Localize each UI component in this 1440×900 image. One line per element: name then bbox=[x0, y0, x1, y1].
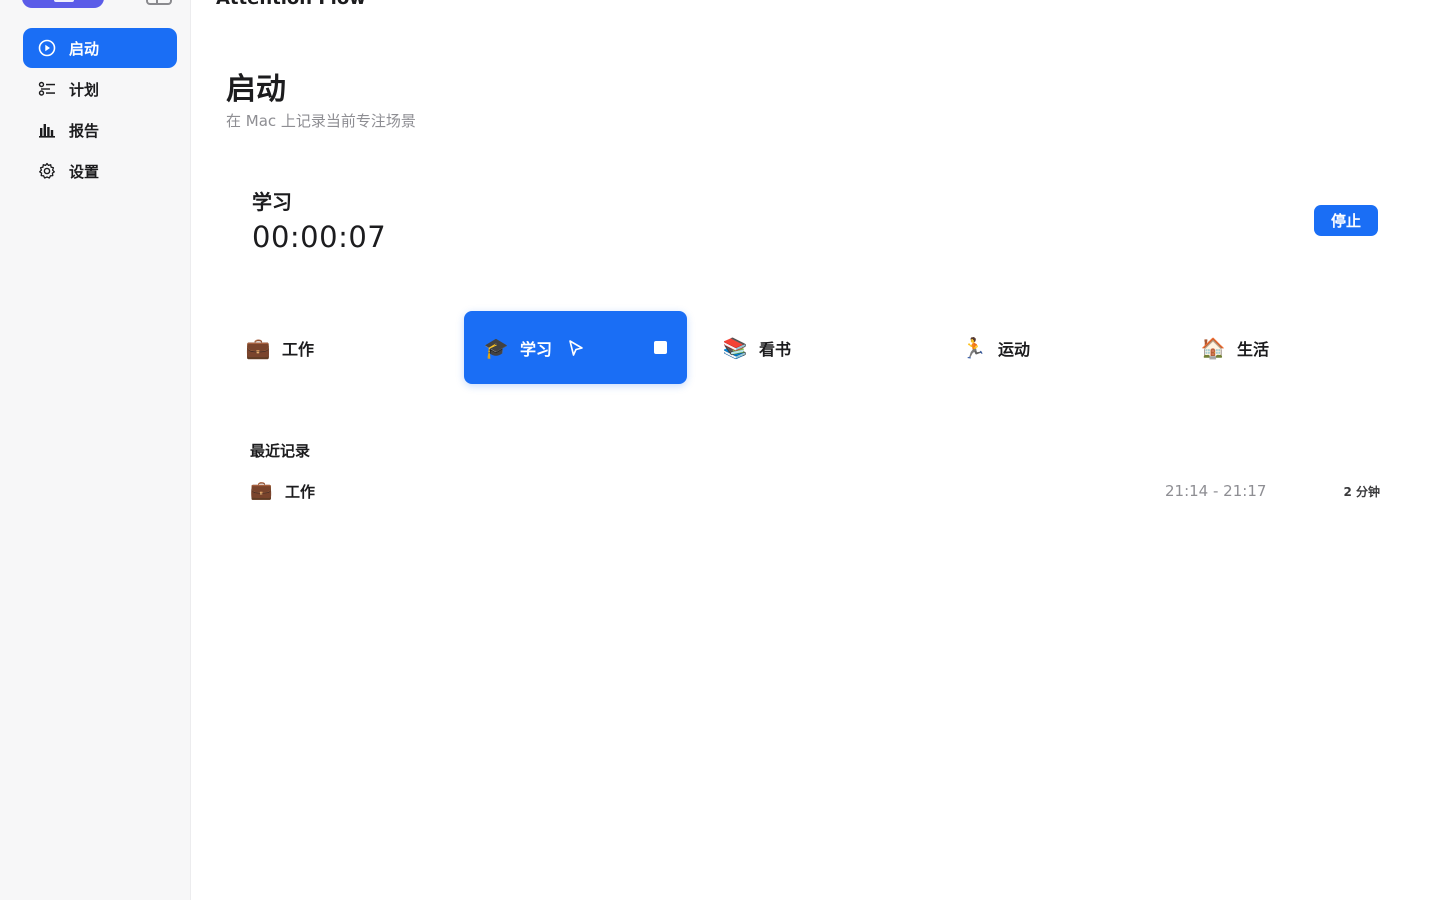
sidebar-item-plan[interactable]: 计划 bbox=[23, 69, 177, 109]
sidebar-toggle-icon[interactable] bbox=[146, 0, 172, 5]
cursor-arrow-icon bbox=[566, 338, 586, 358]
scene-label: 运动 bbox=[998, 339, 1031, 359]
briefcase-icon: 💼 bbox=[250, 480, 273, 501]
stop-button[interactable]: 停止 bbox=[1314, 205, 1378, 236]
record-scene-name: 工作 bbox=[285, 483, 316, 501]
books-icon: 📚 bbox=[722, 335, 748, 360]
scene-selector: 💼 工作 🎓 学习 📚 看书 🏃 运动 🏠 生活 bbox=[226, 311, 1386, 384]
sidebar: 启动 计划 报告 设置 bbox=[0, 0, 191, 900]
record-time-range: 21:14 - 21:17 bbox=[1165, 482, 1267, 500]
session-timer: 00:00:07 bbox=[252, 220, 387, 254]
sidebar-item-label: 报告 bbox=[69, 121, 100, 140]
sidebar-item-start[interactable]: 启动 bbox=[23, 28, 177, 68]
stop-square-icon[interactable] bbox=[654, 341, 667, 354]
sidebar-item-label: 计划 bbox=[69, 80, 100, 99]
sidebar-item-report[interactable]: 报告 bbox=[23, 110, 177, 150]
recent-records-title: 最近记录 bbox=[250, 442, 311, 460]
list-item[interactable]: 💼 工作 21:14 - 21:17 2 分钟 bbox=[250, 476, 1382, 506]
scene-study-button[interactable]: 🎓 学习 bbox=[464, 311, 687, 384]
page-title: 启动 bbox=[226, 72, 286, 107]
sidebar-nav: 启动 计划 报告 设置 bbox=[23, 28, 177, 192]
window-title: Attention Flow bbox=[216, 0, 366, 9]
gear-icon bbox=[37, 161, 57, 181]
bar-chart-icon bbox=[37, 120, 57, 140]
briefcase-icon: 💼 bbox=[245, 335, 271, 360]
checklist-icon bbox=[37, 79, 57, 99]
current-scene-label: 学习 bbox=[252, 190, 292, 214]
play-circle-icon bbox=[37, 38, 57, 58]
scene-exercise-button[interactable]: 🏃 运动 bbox=[942, 311, 1165, 384]
sidebar-item-label: 设置 bbox=[69, 162, 100, 181]
scene-label: 看书 bbox=[759, 339, 792, 359]
scene-work-button[interactable]: 💼 工作 bbox=[226, 311, 449, 384]
page-subtitle: 在 Mac 上记录当前专注场景 bbox=[226, 112, 416, 130]
scene-life-button[interactable]: 🏠 生活 bbox=[1181, 311, 1404, 384]
scene-label: 工作 bbox=[282, 339, 315, 359]
house-icon: 🏠 bbox=[1200, 335, 1226, 360]
scene-label: 生活 bbox=[1237, 339, 1270, 359]
scene-reading-button[interactable]: 📚 看书 bbox=[703, 311, 926, 384]
record-duration: 2 分钟 bbox=[1343, 485, 1380, 499]
sidebar-item-settings[interactable]: 设置 bbox=[23, 151, 177, 191]
scene-label: 学习 bbox=[520, 339, 553, 359]
graduation-cap-icon: 🎓 bbox=[483, 335, 509, 360]
running-person-icon: 🏃 bbox=[961, 335, 987, 360]
app-logo-button[interactable] bbox=[22, 0, 104, 8]
sidebar-item-label: 启动 bbox=[69, 39, 100, 58]
